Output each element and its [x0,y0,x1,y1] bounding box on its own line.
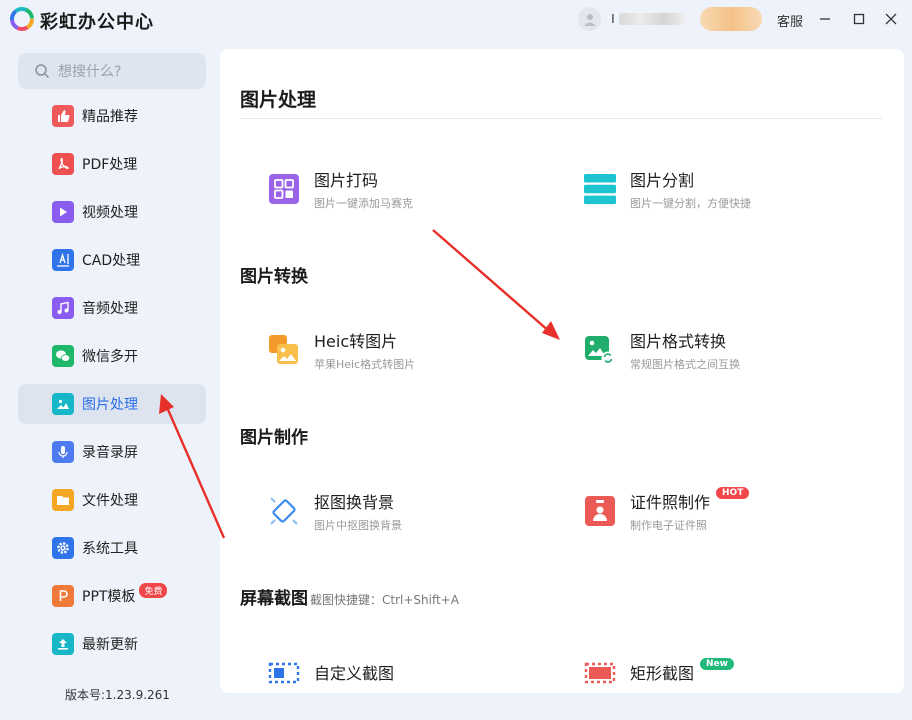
tool-desc: 图片一键分割，方便快捷 [630,197,751,210]
tool-desc: 制作电子证件照 [630,519,707,532]
id-photo-icon [584,495,616,527]
ppt-icon [52,585,74,607]
sidebar-item-wechat[interactable]: 微信多开 [18,336,206,376]
tool-desc: 图片中抠图换背景 [314,519,402,532]
tool-format-convert[interactable]: 图片格式转换 常规图片格式之间互换 [584,325,844,375]
search-box[interactable]: 想搜什么? [18,53,206,89]
minimize-icon[interactable] [815,9,835,29]
sidebar-item-audio[interactable]: 音频处理 [18,288,206,328]
hot-tag: HOT [716,487,750,499]
music-note-icon [52,297,74,319]
wechat-icon [52,345,74,367]
tool-desc: 常规图片格式之间互换 [630,358,740,371]
image-convert-icon [584,334,616,366]
sidebar-item-label: 微信多开 [82,349,138,365]
user-id-redacted [618,13,687,25]
gear-icon [52,537,74,559]
sidebar-item-label: 系统工具 [82,541,138,557]
tool-rect-screenshot[interactable]: 矩形截图 New [584,647,844,693]
sidebar-item-label: CAD处理 [82,253,141,269]
rect-crop-icon [584,656,616,688]
tool-name: 抠图换背景 [314,493,395,512]
close-icon[interactable] [881,9,901,29]
sidebar-item-ppt[interactable]: PPT模板 免费 [18,576,206,616]
screenshot-hotkey-hint: 截图快捷键：Ctrl+Shift+A [310,593,459,607]
sidebar-item-label: 最新更新 [82,637,138,653]
tool-heic-convert[interactable]: Heic转图片 苹果Heic格式转图片 [268,325,528,375]
folder-icon [52,489,74,511]
sidebar-item-video[interactable]: 视频处理 [18,192,206,232]
app-title: 彩虹办公中心 [40,12,154,33]
section-title-conversion: 图片转换 [240,267,308,287]
sidebar-item-updates[interactable]: 最新更新 [18,624,206,664]
sidebar-item-label: PDF处理 [82,157,138,173]
cad-icon [52,249,74,271]
pdf-icon [52,153,74,175]
header-divider [240,118,882,119]
microphone-icon [52,441,74,463]
vip-badge[interactable] [700,7,762,31]
rainbow-logo-icon [10,7,34,31]
support-button[interactable]: 客服 [777,11,803,30]
tool-name: Heic转图片 [314,332,398,351]
heic-photo-icon [268,334,300,366]
tool-name-text: 矩形截图 [630,664,695,683]
sidebar-item-cad[interactable]: CAD处理 [18,240,206,280]
tool-name: 证件照制作 HOT [630,487,750,513]
cutout-icon [268,495,300,527]
split-icon [584,173,616,205]
sidebar-item-recording[interactable]: 录音录屏 [18,432,206,472]
tool-id-photo[interactable]: 证件照制作 HOT 制作电子证件照 [584,486,844,536]
image-icon [52,393,74,415]
tool-image-mosaic[interactable]: 图片打码 图片一键添加马赛克 [268,164,528,214]
sidebar-item-label: 音频处理 [82,301,138,317]
sidebar-item-label: 精品推荐 [82,109,138,125]
sidebar-nav: 精品推荐 PDF处理 视频处理 CAD处理 音频处理 微信多开 图片处理 录音录… [18,96,206,672]
sidebar-item-label: 文件处理 [82,493,138,509]
sidebar-item-featured[interactable]: 精品推荐 [18,96,206,136]
tool-name: 图片分割 [630,171,695,190]
search-input[interactable]: 想搜什么? [58,61,121,81]
free-badge: 免费 [139,582,168,598]
page-title: 图片处理 [240,89,317,111]
tool-desc: 图片一键添加马赛克 [314,197,413,210]
main-panel: 图片处理 图片打码 图片一键添加马赛克 图片分割 图片一键分割，方便快捷 图片转… [220,49,904,693]
tool-desc: 苹果Heic格式转图片 [314,358,416,371]
tool-name: 自定义截图 [314,664,395,683]
sidebar-item-system-tools[interactable]: 系统工具 [18,528,206,568]
custom-crop-icon [268,656,300,688]
section-title-making: 图片制作 [240,428,308,448]
user-id-label: I [611,12,615,26]
user-account[interactable]: I [578,6,762,32]
sidebar-item-pdf[interactable]: PDF处理 [18,144,206,184]
version-label: 版本号:1.23.9.261 [65,688,170,702]
tool-cutout-background[interactable]: 抠图换背景 图片中抠图换背景 [268,486,528,536]
search-icon [35,64,50,79]
tool-name-text: 证件照制作 [630,493,711,512]
section-title-screenshot: 屏幕截图 截图快捷键：Ctrl+Shift+A [240,584,459,609]
tool-name: 图片打码 [314,171,379,190]
maximize-icon[interactable] [849,9,869,29]
sidebar: 想搜什么? 精品推荐 PDF处理 视频处理 CAD处理 音频处理 微信多开 图片… [0,38,218,720]
user-avatar-icon[interactable] [578,7,602,31]
sidebar-item-image[interactable]: 图片处理 [18,384,206,424]
video-play-icon [52,201,74,223]
sidebar-item-label: 图片处理 [82,397,138,413]
sidebar-item-label: 录音录屏 [82,445,138,461]
tool-custom-screenshot[interactable]: 自定义截图 [268,647,528,693]
sidebar-item-label: 视频处理 [82,205,138,221]
upload-icon [52,633,74,655]
thumbs-up-icon [52,105,74,127]
sidebar-item-label: PPT模板 [82,589,136,605]
title-bar: 彩虹办公中心 I 客服 [0,0,912,38]
tool-name: 矩形截图 New [630,658,734,684]
tool-name: 图片格式转换 [630,332,727,351]
new-tag: New [700,658,734,670]
sidebar-item-files[interactable]: 文件处理 [18,480,206,520]
section-title-text: 屏幕截图 [240,589,308,609]
tool-image-split[interactable]: 图片分割 图片一键分割，方便快捷 [584,164,844,214]
grid-icon [268,173,300,205]
